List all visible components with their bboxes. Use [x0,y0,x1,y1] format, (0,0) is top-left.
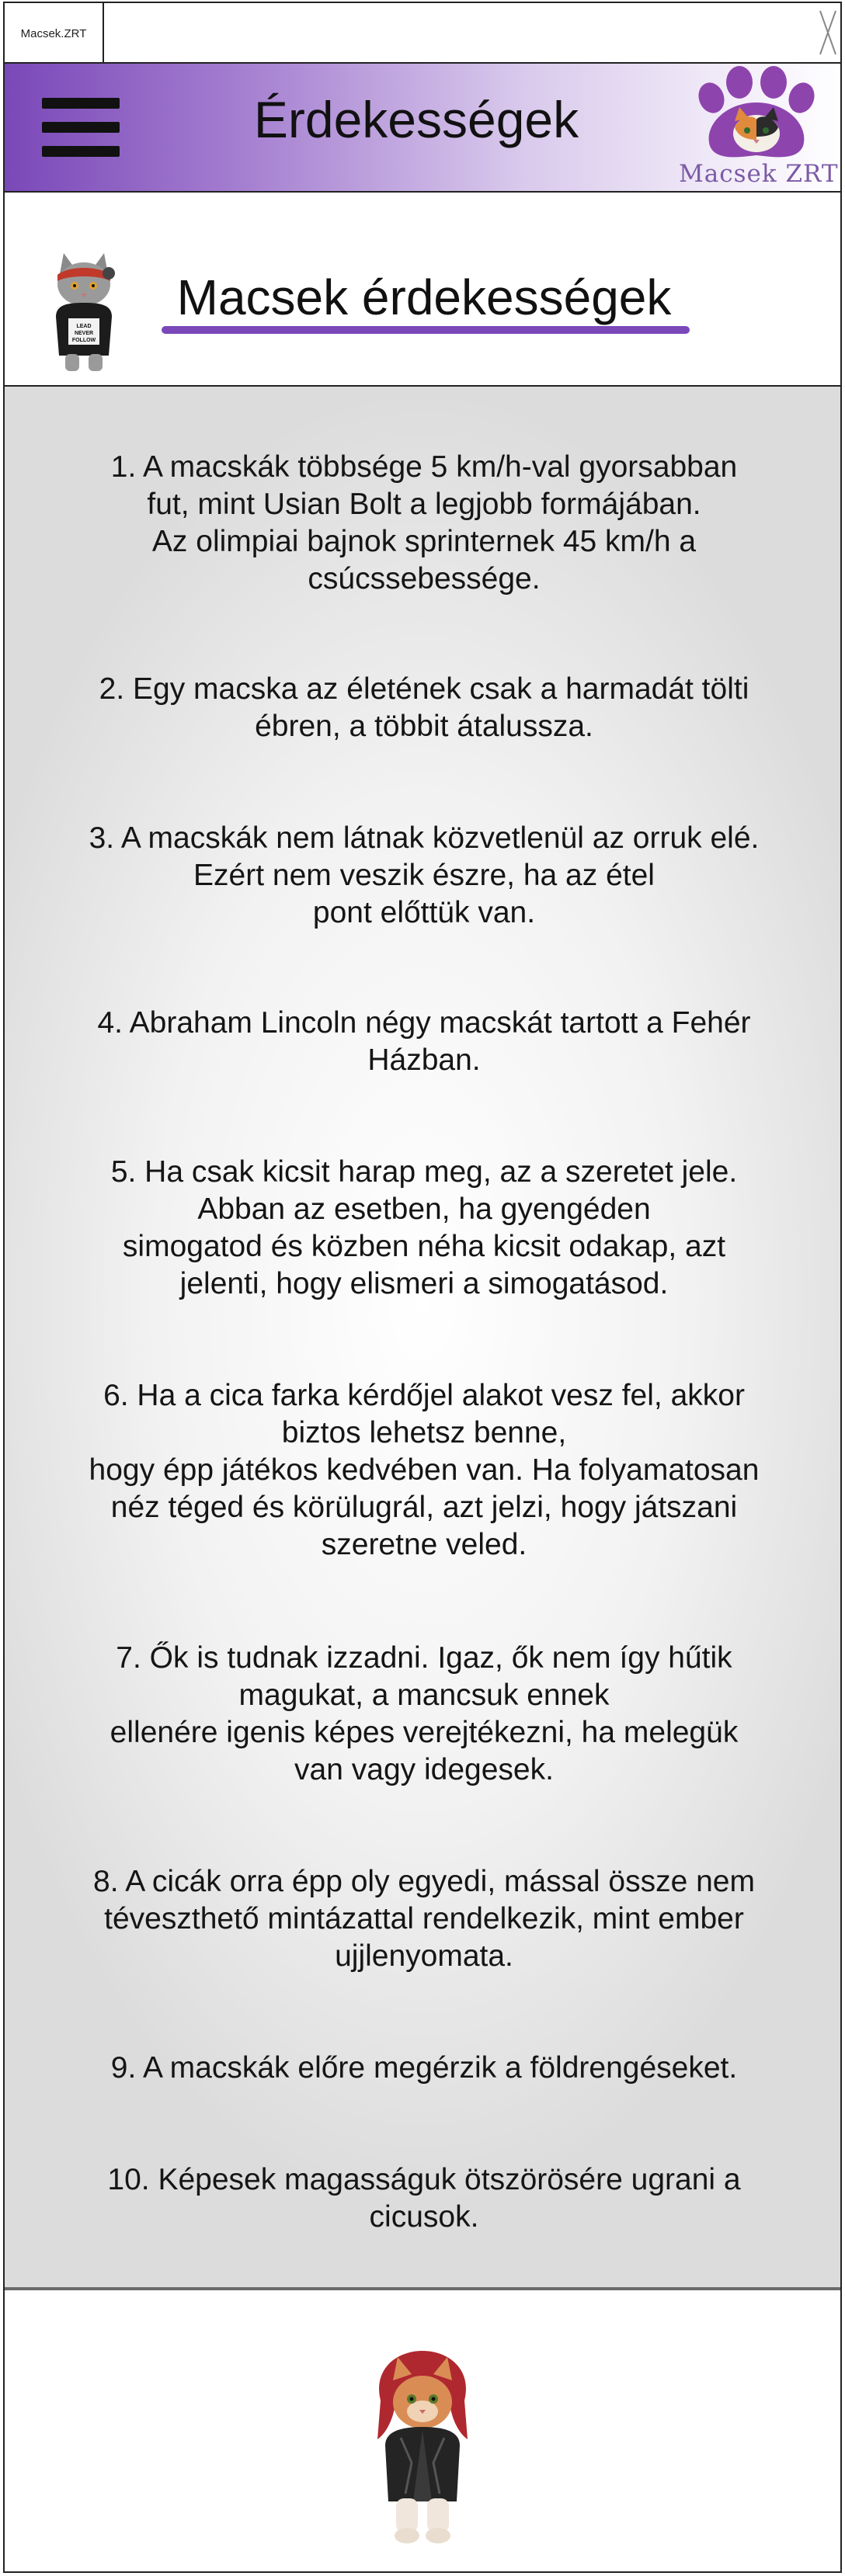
fact-item-6: 6. Ha a cica farka kérdőjel alakot vesz … [89,1379,760,1561]
cat-with-red-hair-image [377,2351,468,2543]
page-frame: Macsek.ZRT Érdekességek Macsek ZRT LEAD … [3,2,842,2573]
paw-logo-icon [698,66,815,158]
fact-item-7: 7. Ők is tudnak izzadni. Igaz, ők nem íg… [110,1641,739,1786]
browser-tab-bar: Macsek.ZRT [5,3,840,64]
site-footer [5,2293,840,2573]
fact-item-1: 1. A macskák többsége 5 km/h-val gyorsab… [110,450,738,595]
page-title: Macsek érdekességek [176,269,672,325]
svg-text:NEVER: NEVER [75,331,93,336]
facts-list: 1. A macskák többsége 5 km/h-val gyorsab… [5,387,840,2290]
title-underline [162,326,690,334]
site-header: Érdekességek Macsek ZRT [5,64,840,193]
brand-logo[interactable]: Macsek ZRT [679,65,839,189]
close-icon[interactable] [819,8,837,57]
fact-item-3: 3. A macskák nem látnak közvetlenül az o… [89,821,760,929]
browser-tab[interactable]: Macsek.ZRT [5,3,104,64]
page-title-block: LEAD NEVER FOLLOW Macsek érdekességek [5,193,840,387]
logo-text: Macsek ZRT [679,160,839,188]
header-title: Érdekességek [253,91,579,148]
fact-item-4: 4. Abraham Lincoln négy macskát tartott … [97,1006,751,1077]
fact-item-9: 9. A macskák előre megérzik a földrengés… [110,2051,738,2085]
svg-text:FOLLOW: FOLLOW [72,338,96,343]
browser-tab-label: Macsek.ZRT [20,26,87,40]
fact-item-10: 10. Képesek magasságuk ötszörösére ugran… [107,2163,741,2234]
svg-text:LEAD: LEAD [76,324,91,329]
fact-item-2: 2. Egy macska az életének csak a harmadá… [99,672,749,743]
fact-item-5: 5. Ha csak kicsit harap meg, az a szeret… [110,1155,738,1300]
fact-item-8: 8. A cicák orra épp oly egyedi, mással ö… [93,1865,755,1973]
hamburger-menu-icon[interactable] [42,98,120,157]
cat-with-shirt-image: LEAD NEVER FOLLOW [56,253,115,371]
